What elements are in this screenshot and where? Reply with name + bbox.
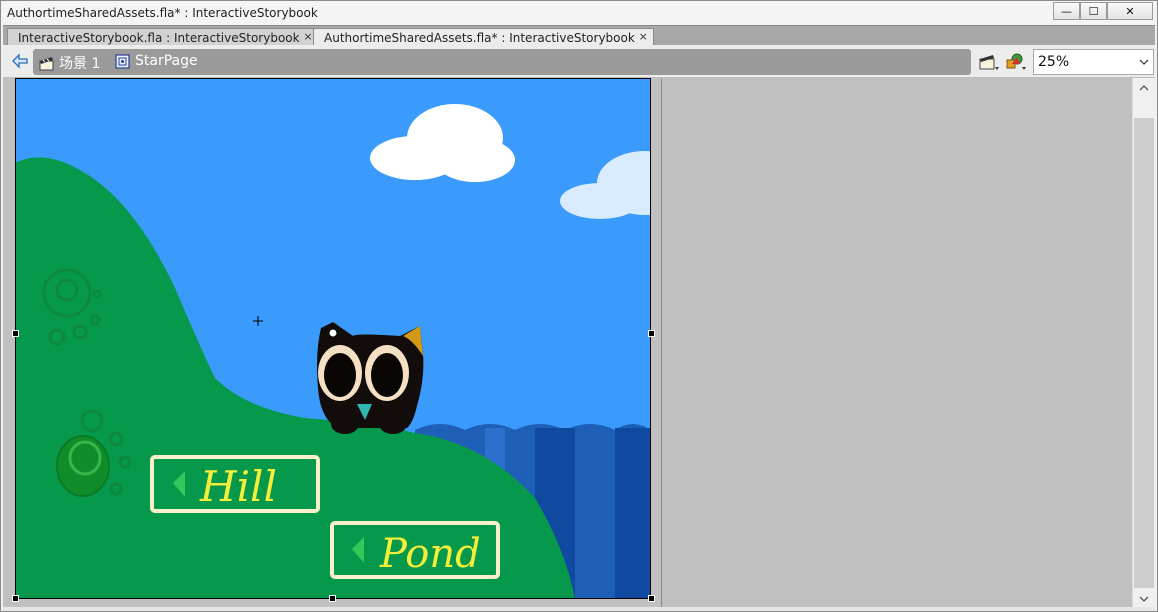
minimize-button[interactable]: — (1053, 2, 1080, 20)
tab-label: InteractiveStorybook.fla : InteractiveSt… (18, 30, 300, 45)
scroll-up-button[interactable] (1133, 78, 1155, 98)
chevron-up-icon (1139, 85, 1149, 91)
back-arrow-icon[interactable] (11, 53, 29, 69)
tab-authortimesharedassets[interactable]: AuthortimeSharedAssets.fla* : Interactiv… (313, 28, 654, 46)
document-tab-bar: InteractiveStorybook.fla : InteractiveSt… (3, 25, 1155, 46)
transform-handle[interactable] (12, 595, 19, 602)
scene-label: 场景 1 (59, 56, 101, 72)
breadcrumb-symbol[interactable]: StarPage (115, 53, 198, 69)
window-controls: — ☐ ✕ (1053, 2, 1153, 20)
maximize-button[interactable]: ☐ (1080, 2, 1107, 20)
edit-scene-icon[interactable] (978, 52, 1000, 72)
tab-close-icon[interactable]: × (639, 30, 648, 43)
maximize-icon: ☐ (1088, 4, 1099, 18)
minimize-icon: — (1061, 4, 1072, 18)
stage-divider (661, 78, 662, 609)
chevron-down-icon (1139, 59, 1149, 65)
edit-bar: 场景 1 StarPage 25% (3, 45, 1155, 78)
scene-clapper-icon (39, 56, 54, 70)
bubble-decoration (56, 435, 110, 497)
edit-symbols-icon[interactable] (1005, 52, 1027, 72)
zoom-select[interactable]: 25% (1033, 49, 1154, 75)
storybook-scene: Hill Pond (15, 78, 651, 599)
vertical-scrollbar[interactable] (1132, 78, 1155, 609)
chevron-down-icon (1139, 596, 1149, 602)
tab-close-icon[interactable]: × (303, 30, 312, 43)
breadcrumb: 场景 1 StarPage (33, 49, 971, 75)
transform-handle[interactable] (329, 595, 336, 602)
scroll-thumb[interactable] (1134, 118, 1154, 588)
pond-sign-label: Pond (379, 531, 481, 577)
owl-character[interactable] (317, 322, 424, 434)
app-window: AuthortimeSharedAssets.fla* : Interactiv… (0, 0, 1158, 612)
scroll-down-button[interactable] (1133, 589, 1155, 609)
tab-interactivestorybook[interactable]: InteractiveStorybook.fla : InteractiveSt… (7, 28, 319, 46)
tab-label: AuthortimeSharedAssets.fla* : Interactiv… (324, 30, 635, 45)
breadcrumb-scene[interactable]: 场景 1 (39, 53, 100, 73)
close-button[interactable]: ✕ (1107, 2, 1153, 20)
close-icon: ✕ (1125, 4, 1135, 18)
pasteboard[interactable]: Hill Pond (3, 78, 1132, 609)
window-bottom-edge (3, 607, 1155, 611)
window-title: AuthortimeSharedAssets.fla* : Interactiv… (7, 6, 318, 20)
title-bar: AuthortimeSharedAssets.fla* : Interactiv… (1, 1, 1157, 25)
stage-canvas[interactable]: Hill Pond (15, 78, 651, 599)
transform-handle[interactable] (648, 330, 655, 337)
hill-sign-label: Hill (199, 462, 277, 511)
zoom-value: 25% (1038, 54, 1070, 70)
transform-handle[interactable] (648, 595, 655, 602)
symbol-label: StarPage (135, 53, 198, 69)
transform-handle[interactable] (12, 330, 19, 337)
movieclip-symbol-icon (115, 53, 130, 69)
